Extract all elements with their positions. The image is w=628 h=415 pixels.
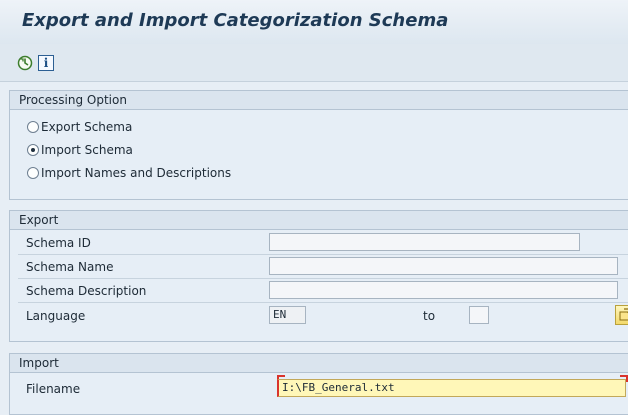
schema-name-label: Schema Name: [26, 260, 114, 274]
language-to-label: to: [423, 309, 436, 323]
filename-input[interactable]: I:\FB_General.txt: [277, 379, 626, 397]
export-group: Export Schema ID Schema Name Schema Desc…: [9, 210, 628, 342]
language-row: Language EN to: [18, 305, 628, 327]
radio-button[interactable]: [27, 166, 39, 179]
schema-name-input[interactable]: [269, 257, 618, 275]
radio-export-schema[interactable]: Export Schema: [27, 119, 132, 135]
language-label: Language: [26, 309, 86, 323]
schema-id-input[interactable]: [269, 233, 580, 251]
multiple-selection-button[interactable]: [615, 305, 628, 325]
language-to-input[interactable]: [469, 306, 489, 324]
schema-id-label: Schema ID: [26, 236, 91, 250]
export-header: Export: [10, 211, 628, 230]
page-title: Export and Import Categorization Schema: [22, 10, 449, 31]
application-toolbar: i: [0, 44, 628, 82]
filename-label: Filename: [26, 382, 81, 396]
execute-clock-icon[interactable]: [17, 55, 33, 71]
title-bar: Export and Import Categorization Schema: [0, 0, 628, 44]
filename-row: Filename I:\FB_General.txt: [18, 375, 628, 400]
language-from-input[interactable]: EN: [269, 306, 306, 324]
schema-description-row: Schema Description: [18, 280, 628, 303]
radio-label: Import Names and Descriptions: [41, 166, 232, 180]
multiple-selection-icon: [619, 308, 628, 321]
import-group: Import Filename I:\FB_General.txt: [9, 353, 628, 415]
radio-button-selected[interactable]: [27, 143, 39, 156]
schema-name-row: Schema Name: [18, 256, 628, 279]
radio-import-names-descriptions[interactable]: Import Names and Descriptions: [27, 165, 231, 181]
radio-label: Export Schema: [41, 120, 133, 134]
radio-label: Import Schema: [41, 143, 133, 157]
radio-import-schema[interactable]: Import Schema: [27, 142, 133, 158]
processing-option-group: Processing Option Export Schema Import S…: [9, 90, 628, 200]
radio-button[interactable]: [27, 120, 39, 133]
import-header: Import: [10, 354, 628, 373]
schema-description-label: Schema Description: [26, 284, 147, 298]
schema-id-row: Schema ID: [18, 232, 628, 255]
info-icon[interactable]: i: [38, 55, 54, 71]
schema-description-input[interactable]: [269, 281, 618, 299]
processing-option-header: Processing Option: [10, 91, 628, 110]
